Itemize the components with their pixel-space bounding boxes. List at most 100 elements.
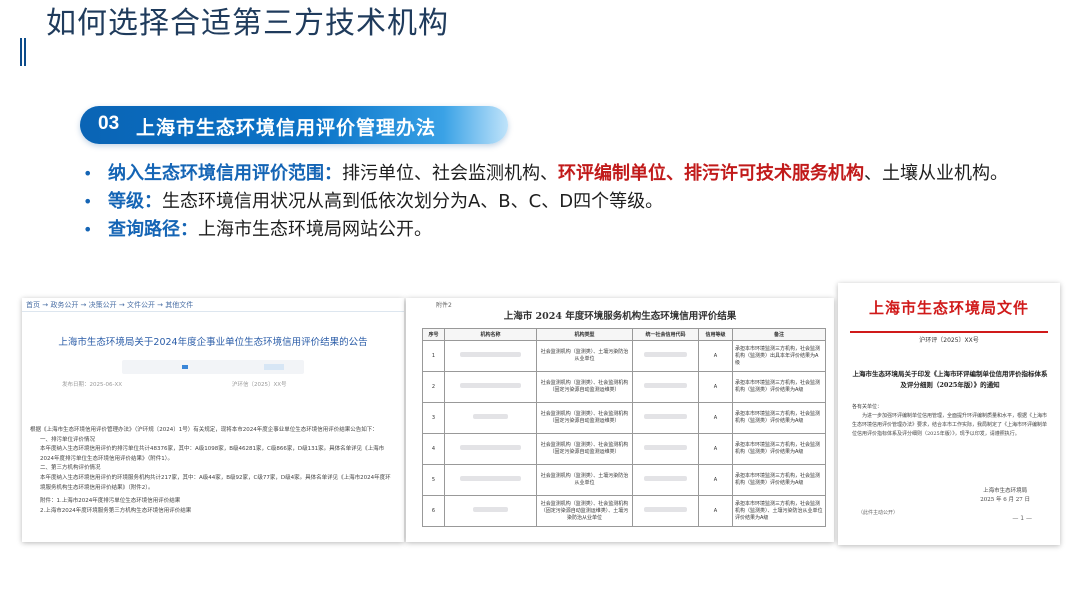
- table-row: 6 社会监测机构（监测类）、社会监测机构（固定污染源自动监测运维类）、土壤污染防…: [422, 495, 826, 527]
- column-header: 备注: [732, 328, 826, 341]
- credit-code-redacted: [632, 340, 699, 372]
- sign-org: 上海市生态环境局: [983, 488, 1028, 494]
- row-note: 承担本市环境监测三方机构，社会监测机构（监测类）、土壤污染防治从业单位评价结果为…: [732, 495, 826, 527]
- slide-title-bar: 如何选择合适第三方技术机构: [0, 0, 1080, 70]
- result-table-screenshot: 附件2 上海市 2024 年度环境服务机构生态环境信用评价结果 序号 机构名称 …: [406, 298, 834, 542]
- bullet-query: • 查询路径：上海市生态环境局网站公开。: [80, 216, 1040, 244]
- column-header: 统一社会信用代码: [632, 328, 699, 341]
- bullet-scope: • 纳入生态环境信用评价范围：排污单位、社会监测机构、环评编制单位、排污许可技术…: [80, 160, 1040, 188]
- table-header-row: 序号 机构名称 机构类型 统一社会信用代码 信用等级 备注: [422, 328, 826, 341]
- org-type: 社会监测机构（监测类）、土壤污染防治从业单位: [536, 340, 633, 372]
- document-footnote: （此件主动公开）: [858, 510, 899, 516]
- body-paragraph: 本年度纳入生态环境信用评价的环境服务机构共计217家，其中：A级44家，B级92…: [40, 474, 391, 491]
- org-type: 社会监测机构（监测类）、社会监测机构（固定污染源自动监测运维类）、土壤污染防治从…: [536, 495, 633, 527]
- org-name-redacted: [444, 495, 537, 527]
- org-name-redacted: [444, 464, 537, 496]
- table-row: 1 社会监测机构（监测类）、土壤污染防治从业单位 A 承担本市环境监测三方机构，…: [422, 340, 826, 372]
- document-number: 沪环评〔2025〕XX号: [919, 337, 979, 344]
- bullet-key: 查询路径：: [108, 219, 198, 240]
- credit-grade: A: [698, 340, 733, 372]
- row-number: 5: [422, 464, 445, 496]
- toolbar-indicator: [264, 364, 284, 370]
- column-header: 机构类型: [536, 328, 633, 341]
- org-type: 社会监测机构（监测类）、社会监测机构（固定污染源自动监测运维类）: [536, 402, 633, 434]
- bullet-grade: • 等级：生态环境信用状况从高到低依次划分为A、B、C、D四个等级。: [80, 188, 1040, 216]
- title-accent-bars: [20, 38, 26, 66]
- body-paragraph: 本年度纳入生态环境信用评价的排污单位共计48376家，其中：A级1098家，B级…: [40, 446, 385, 462]
- document-subject: 上海市生态环境局关于印发《上海市环评编制单位信用评价指标体系及评分细则（2025…: [852, 370, 1048, 389]
- body-paragraph: 二、第三方机构评价情况: [40, 465, 101, 472]
- org-type: 社会监测机构（监测类）、社会监测机构（固定污染源自动监测运维类）: [536, 433, 633, 465]
- body-paragraph: 各有关单位：: [852, 404, 883, 410]
- row-note: 承担本市环境监测三方机构，社会监测机构（监测类）评价结果为A级: [732, 371, 826, 403]
- credit-code-redacted: [632, 402, 699, 434]
- org-type: 社会监测机构（监测类）、社会监测机构（固定污染源自动监测运维类）: [536, 371, 633, 403]
- row-number: 1: [422, 340, 445, 372]
- row-note: 承担本市环境监测三方机构，社会监测机构（监测类）评价结果为A级: [732, 402, 826, 434]
- column-header: 机构名称: [444, 328, 537, 341]
- toolbar-marker: [182, 365, 188, 369]
- document-number: 沪环信〔2025〕XX号: [232, 382, 287, 388]
- table-row: 3 社会监测机构（监测类）、社会监测机构（固定污染源自动监测运维类） A 承担本…: [422, 402, 826, 434]
- column-header: 序号: [422, 328, 445, 341]
- page-number: — 1 —: [1012, 515, 1032, 522]
- font-size-toolbar: [122, 360, 304, 374]
- body-paragraph: 附件：1.上海市2024年度排污单位生态环境信用评价结果: [40, 498, 181, 505]
- table-row: 5 社会监测机构（监测类）、土壤污染防治从业单位 A 承担本市环境监测三方机构，…: [422, 464, 826, 496]
- section-number: 03: [98, 113, 120, 134]
- announcement-body: 根据《上海市生态环境信用评价管理办法》（沪环规〔2024〕1号）有关规定，现将本…: [30, 426, 395, 516]
- credit-code-redacted: [632, 495, 699, 527]
- document-signature: 上海市生态环境局 2025 年 6 月 27 日: [980, 487, 1030, 505]
- bullet-dot-icon: •: [83, 192, 93, 211]
- bullet-highlight: 环评编制单位、排污许可技术服务机构: [558, 163, 864, 184]
- bullet-text: 生态环境信用状况从高到低依次划分为A、B、C、D四个等级。: [162, 191, 664, 212]
- slide-title: 如何选择合适第三方技术机构: [46, 6, 449, 41]
- org-name-redacted: [444, 340, 537, 372]
- row-note: 承担本市环境监测三方机构，社会监测机构（监测类）评价结果为A级: [732, 464, 826, 496]
- official-document-screenshot: 上海市生态环境局文件 沪环评〔2025〕XX号 上海市生态环境局关于印发《上海市…: [838, 283, 1060, 545]
- announcement-webpage-screenshot: 首页 → 政务公开 → 决策公开 → 文件公开 → 其他文件 上海市生态环境局关…: [22, 298, 404, 542]
- bullet-key: 等级：: [108, 191, 162, 212]
- announcement-title: 上海市生态环境局关于2024年度企事业单位生态环境信用评价结果的公告: [58, 337, 368, 348]
- bullet-dot-icon: •: [83, 164, 93, 183]
- red-divider: [850, 331, 1048, 333]
- credit-code-redacted: [632, 433, 699, 465]
- org-name-redacted: [444, 433, 537, 465]
- credit-grade: A: [698, 371, 733, 403]
- result-table: 序号 机构名称 机构类型 统一社会信用代码 信用等级 备注 1 社会监测机构（监…: [422, 328, 826, 527]
- body-paragraph: 为进一步加强环评编制单位信用管理，全面提升环评编制质量和水平，根据《上海市生态环…: [852, 413, 1048, 437]
- body-paragraph: 根据《上海市生态环境信用评价管理办法》（沪环规〔2024〕1号）有关规定，现将本…: [30, 427, 378, 433]
- credit-code-redacted: [632, 371, 699, 403]
- credit-grade: A: [698, 433, 733, 465]
- bullet-dot-icon: •: [83, 220, 93, 239]
- table-row: 2 社会监测机构（监测类）、社会监测机构（固定污染源自动监测运维类） A 承担本…: [422, 371, 826, 403]
- row-number: 2: [422, 371, 445, 403]
- credit-grade: A: [698, 464, 733, 496]
- body-paragraph: 2.上海市2024年度环境服务第三方机构生态环境信用评价结果: [40, 507, 192, 514]
- table-row: 4 社会监测机构（监测类）、社会监测机构（固定污染源自动监测运维类） A 承担本…: [422, 433, 826, 465]
- org-name-redacted: [444, 371, 537, 403]
- row-note: 承担本市环境监测三方机构，社会监测机构（监测类）评价结果为A级: [732, 433, 826, 465]
- org-type: 社会监测机构（监测类）、土壤污染防治从业单位: [536, 464, 633, 496]
- row-note: 承担本市环境监测三方机构，社会监测机构（监测类）出具本年评价结果为A级: [732, 340, 826, 372]
- publish-date: 发布日期：2025-06-XX: [62, 382, 123, 388]
- row-number: 6: [422, 495, 445, 527]
- body-paragraph: 一、排污单位评价情况: [40, 436, 96, 443]
- bullet-text: 排污单位、社会监测机构、: [342, 163, 558, 184]
- bullet-text: 、土壤从业机构。: [864, 163, 1008, 184]
- column-header: 信用等级: [698, 328, 733, 341]
- credit-grade: A: [698, 402, 733, 434]
- breadcrumb: 首页 → 政务公开 → 决策公开 → 文件公开 → 其他文件: [22, 298, 404, 312]
- credit-code-redacted: [632, 464, 699, 496]
- document-body: 各有关单位： 为进一步加强环评编制单位信用管理，全面提升环评编制质量和水平，根据…: [852, 403, 1048, 439]
- row-number: 3: [422, 402, 445, 434]
- section-title: 上海市生态环境信用评价管理办法: [136, 117, 437, 139]
- sign-date: 2025 年 6 月 27 日: [980, 497, 1030, 503]
- section-header: 03 上海市生态环境信用评价管理办法: [80, 106, 508, 144]
- bullet-list: • 纳入生态环境信用评价范围：排污单位、社会监测机构、环评编制单位、排污许可技术…: [80, 160, 1040, 244]
- document-red-header: 上海市生态环境局文件: [868, 299, 1029, 317]
- org-name-redacted: [444, 402, 537, 434]
- bullet-key: 纳入生态环境信用评价范围：: [108, 163, 342, 184]
- table-title: 上海市 2024 年度环境服务机构生态环境信用评价结果: [503, 311, 737, 322]
- row-number: 4: [422, 433, 445, 465]
